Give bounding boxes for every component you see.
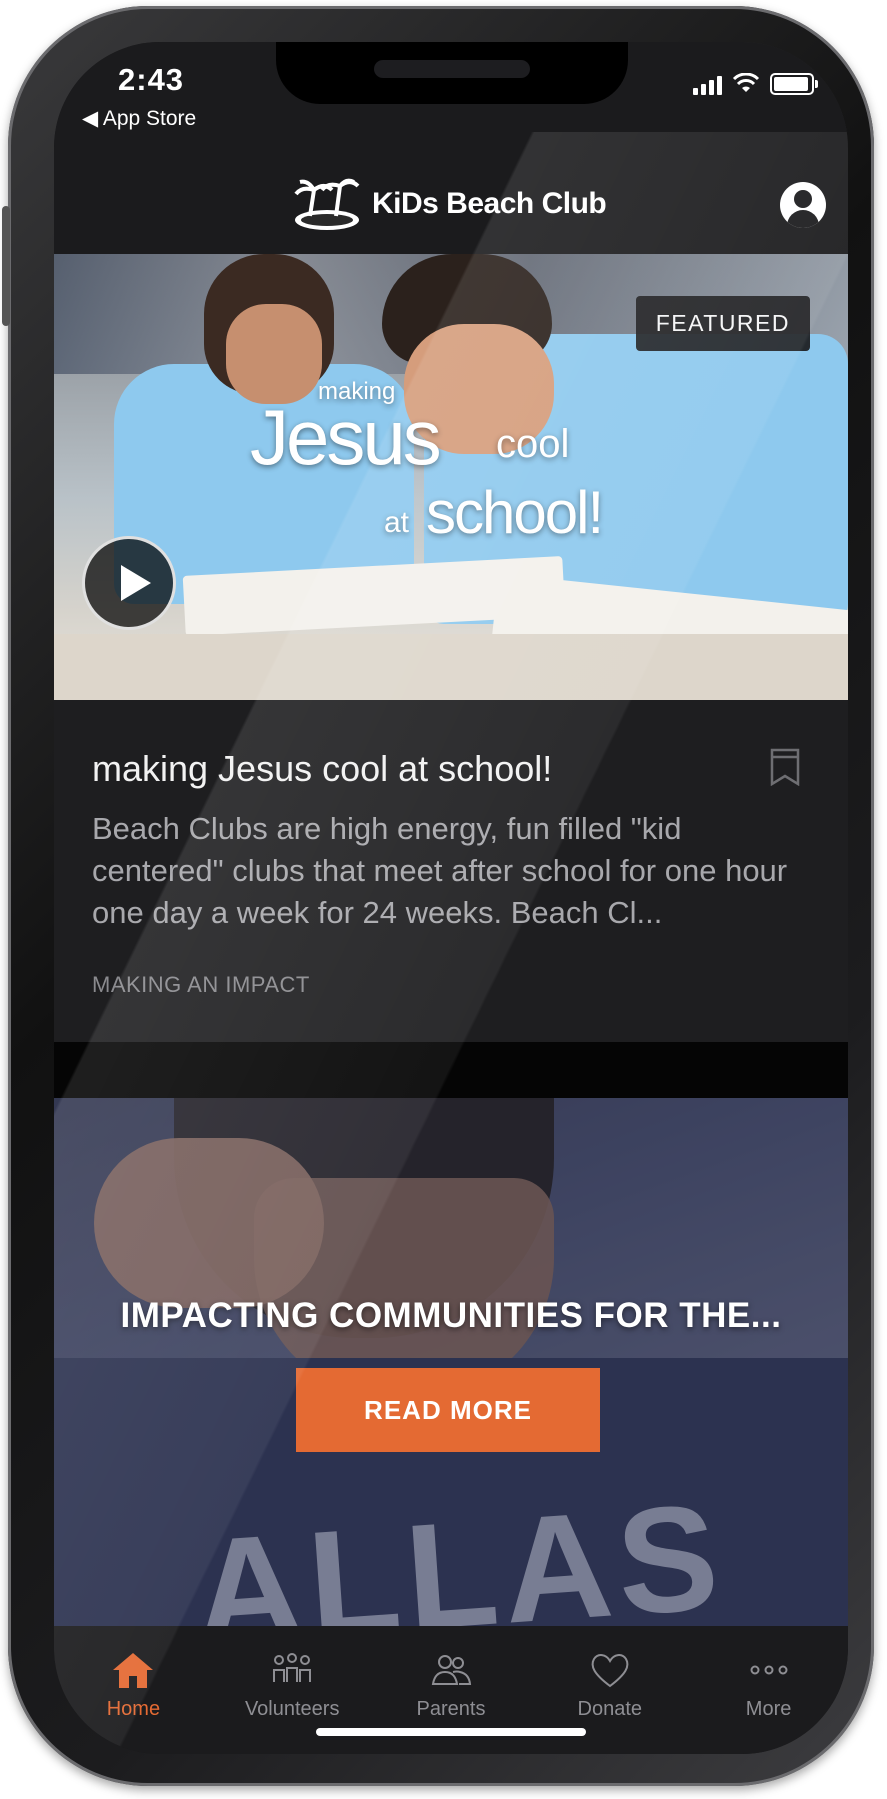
home-icon [113,1653,154,1688]
floor [54,634,848,700]
overlay-jesus: Jesus [250,393,442,481]
speaker [374,60,530,78]
girl-face [226,304,322,404]
cellular-signal-icon [693,73,722,95]
section-divider [54,1042,848,1098]
tab-label: Donate [577,1698,643,1720]
overlay-cool: cool [496,422,570,466]
tab-label: More [745,1698,792,1720]
wifi-icon [732,73,760,92]
side-button [2,206,10,326]
screen: 2:43 ◀ App Store KiDs Beach Club FEATURE… [54,42,848,1754]
bookmark-icon[interactable] [770,748,800,786]
tab-label: Home [106,1698,161,1720]
promo-overlay-shade [54,1098,848,1626]
overlay-school: school! [426,479,604,546]
tab-home[interactable]: Home [54,1626,213,1754]
heart-icon [591,1654,629,1688]
read-more-button[interactable]: READ MORE [296,1368,600,1452]
tab-more[interactable]: More [689,1626,848,1754]
brand-name: KiDs Beach Club [372,187,607,220]
profile-button[interactable] [780,182,826,228]
featured-image[interactable]: FEATURED making Jesus cool at school! [54,254,848,700]
more-dots-icon [750,1665,788,1675]
parents-icon [431,1655,472,1685]
featured-category[interactable]: MAKING AN IMPACT [92,972,310,998]
user-icon [794,190,812,208]
phone-frame: 2:43 ◀ App Store KiDs Beach Club FEATURE… [2,6,874,1786]
featured-title[interactable]: making Jesus cool at school! [92,748,552,790]
featured-badge: FEATURED [635,296,810,351]
system-icons [693,72,818,96]
home-indicator[interactable] [316,1728,586,1736]
brand-logo[interactable]: KiDs Beach Club [290,176,607,232]
app-header: KiDs Beach Club [54,132,848,254]
featured-card-info[interactable]: making Jesus cool at school! Beach Clubs… [54,700,848,1042]
battery-icon [770,73,818,95]
promo-title: IMPACTING COMMUNITIES FOR THE... [120,1296,782,1335]
featured-description: Beach Clubs are high energy, fun filled … [92,811,788,930]
back-to-app-store[interactable]: ◀ App Store [82,106,196,131]
volunteers-icon [273,1653,312,1682]
tab-label: Parents [416,1698,486,1720]
promo-card[interactable]: ALLAS IMPACTING COMMUNITIES FOR THE... R… [54,1098,848,1626]
overlay-at: at [384,506,410,539]
status-time: 2:43 [118,62,185,97]
tab-label: Volunteers [244,1698,340,1720]
palm-tree-logo-icon [290,176,364,232]
play-video-button[interactable] [82,536,176,630]
